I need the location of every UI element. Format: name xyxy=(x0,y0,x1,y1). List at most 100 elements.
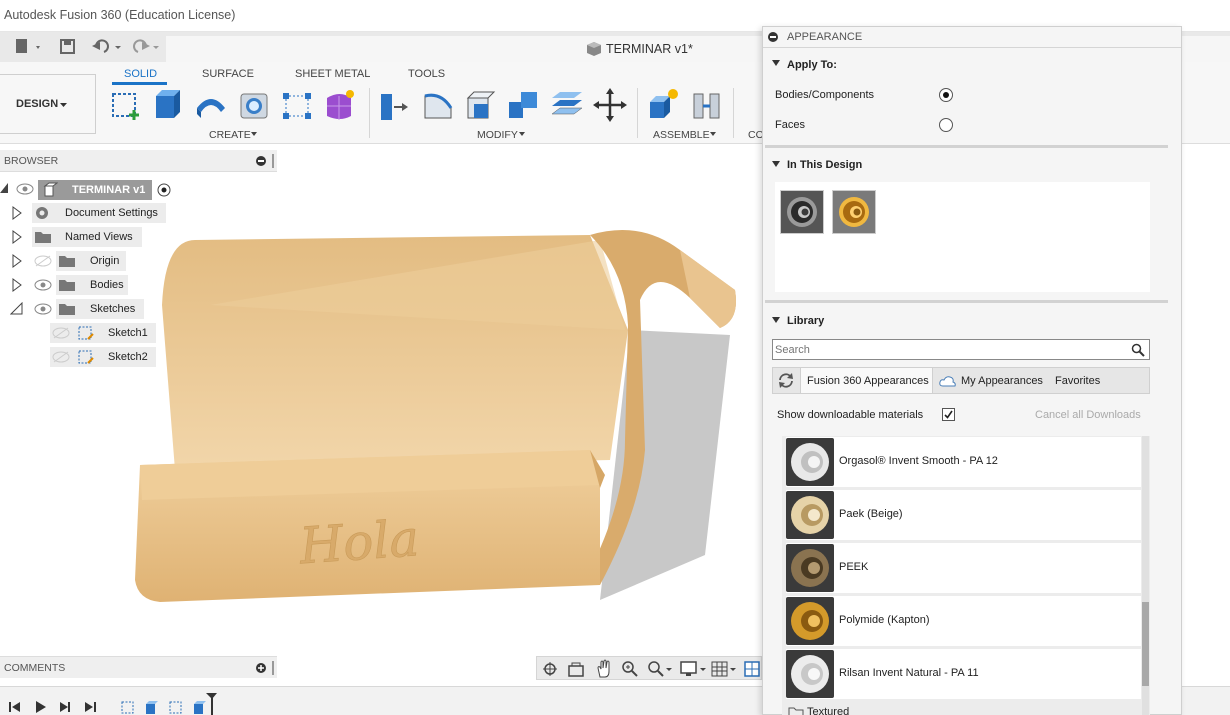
browser-header: BROWSER xyxy=(0,150,277,172)
faces-label: Faces xyxy=(775,119,805,131)
chevron-down-icon xyxy=(519,132,525,136)
pattern-icon[interactable] xyxy=(280,88,314,122)
go-to-start-icon[interactable] xyxy=(8,700,22,714)
eye-hidden-icon[interactable] xyxy=(52,351,70,363)
section-collapse-icon[interactable] xyxy=(772,60,781,67)
activate-radio-icon[interactable] xyxy=(156,182,172,198)
library-search-input[interactable] xyxy=(775,342,1115,357)
section-collapse-icon[interactable] xyxy=(772,161,781,168)
gold-swatch[interactable] xyxy=(832,190,876,234)
cancel-downloads-link[interactable]: Cancel all Downloads xyxy=(1035,409,1141,421)
orbit-icon[interactable] xyxy=(541,660,561,678)
collapse-icon[interactable] xyxy=(256,156,266,166)
checkmark-icon xyxy=(944,410,953,419)
timeline-sketch-feature-icon[interactable] xyxy=(168,699,184,715)
offset-plane-icon[interactable] xyxy=(550,88,584,122)
collapse-icon[interactable] xyxy=(768,32,778,42)
eye-icon[interactable] xyxy=(34,279,52,291)
add-comment-icon[interactable] xyxy=(256,663,266,673)
combine-icon[interactable] xyxy=(507,88,541,122)
material-name: PEEK xyxy=(839,561,869,573)
material-item[interactable]: Polymide (Kapton) xyxy=(786,596,1141,646)
expand-triangle-icon[interactable] xyxy=(12,230,22,244)
bodies-components-radio[interactable] xyxy=(939,88,953,102)
material-list-scrollbar[interactable] xyxy=(1142,436,1149,715)
chrome-swatch[interactable] xyxy=(780,190,824,234)
grid-icon[interactable] xyxy=(711,660,739,678)
scrollbar-thumb[interactable] xyxy=(1142,602,1149,686)
show-downloadable-label: Show downloadable materials xyxy=(777,409,924,421)
expand-triangle-icon[interactable] xyxy=(12,206,22,220)
eye-icon[interactable] xyxy=(16,183,34,195)
joint-icon[interactable] xyxy=(690,88,724,122)
library-label: Library xyxy=(787,315,825,327)
extrude-icon[interactable] xyxy=(152,88,186,122)
undo-icon[interactable] xyxy=(92,37,122,57)
folder-row-textured[interactable]: Textured xyxy=(786,702,1141,715)
sketch-icon xyxy=(78,326,94,340)
tab-favorites[interactable]: Favorites xyxy=(1049,368,1149,393)
step-back-icon[interactable] xyxy=(34,700,48,714)
material-item[interactable]: PEEK xyxy=(786,543,1141,593)
tab-my-appearances[interactable]: My Appearances xyxy=(934,368,1049,393)
timeline-marker-icon[interactable] xyxy=(206,693,218,715)
tab-surface[interactable]: SURFACE xyxy=(202,68,254,80)
expand-triangle-icon[interactable] xyxy=(12,254,22,268)
create-group-label[interactable]: CREATE xyxy=(209,129,251,141)
show-downloadable-checkbox[interactable] xyxy=(942,408,955,421)
tab-fusion-appearances[interactable]: Fusion 360 Appearances xyxy=(800,368,933,393)
file-menu-icon[interactable] xyxy=(14,37,40,57)
fit-icon[interactable] xyxy=(647,660,673,678)
fillet-icon[interactable] xyxy=(421,88,455,122)
look-at-icon[interactable] xyxy=(567,660,585,678)
modify-group-label[interactable]: MODIFY xyxy=(477,129,518,141)
gear-icon xyxy=(36,207,48,219)
refresh-button[interactable] xyxy=(773,368,799,393)
press-pull-icon[interactable] xyxy=(378,88,412,122)
search-icon[interactable] xyxy=(1131,343,1145,357)
revolve-icon[interactable] xyxy=(194,88,228,122)
expand-triangle-icon[interactable] xyxy=(12,278,22,292)
pin-handle[interactable] xyxy=(272,154,274,168)
window-title: Autodesk Fusion 360 (Education License) xyxy=(4,8,236,22)
go-to-end-icon[interactable] xyxy=(84,700,98,714)
model-body[interactable]: Hola xyxy=(120,210,750,610)
material-name: Orgasol® Invent Smooth - PA 12 xyxy=(839,455,998,467)
hole-icon[interactable] xyxy=(237,88,271,122)
create-sketch-icon[interactable] xyxy=(110,88,144,122)
new-component-icon[interactable] xyxy=(647,88,681,122)
material-item[interactable]: Orgasol® Invent Smooth - PA 12 xyxy=(786,437,1141,487)
redo-icon[interactable] xyxy=(132,37,162,57)
display-settings-icon[interactable] xyxy=(680,660,708,678)
save-icon[interactable] xyxy=(60,37,76,57)
eye-icon[interactable] xyxy=(34,303,52,315)
library-search-field[interactable] xyxy=(772,339,1150,360)
eye-hidden-icon[interactable] xyxy=(52,327,70,339)
pan-icon[interactable] xyxy=(595,659,613,679)
create-form-icon[interactable] xyxy=(323,88,357,122)
tab-tools[interactable]: TOOLS xyxy=(408,68,445,80)
tab-solid[interactable]: SOLID xyxy=(124,68,157,80)
zoom-icon[interactable] xyxy=(621,660,639,678)
material-item[interactable]: Paek (Beige) xyxy=(786,490,1141,540)
material-item[interactable]: Rilsan Invent Natural - PA 11 xyxy=(786,649,1141,699)
shell-icon[interactable] xyxy=(464,88,498,122)
workspace-switcher[interactable]: DESIGN xyxy=(0,74,96,134)
material-swatch-icon xyxy=(791,443,829,481)
pin-handle[interactable] xyxy=(272,661,274,675)
collapse-triangle-icon[interactable] xyxy=(10,302,24,316)
play-icon[interactable] xyxy=(58,700,72,714)
viewports-icon[interactable] xyxy=(743,660,761,678)
section-collapse-icon[interactable] xyxy=(772,317,781,324)
assemble-group-label[interactable]: ASSEMBLE xyxy=(653,129,710,141)
gold-material-icon xyxy=(839,197,869,227)
expand-triangle-icon[interactable] xyxy=(0,181,10,195)
timeline-extrude-feature-icon[interactable] xyxy=(144,699,160,715)
tab-sheet-metal[interactable]: SHEET METAL xyxy=(295,68,370,80)
material-swatch-icon xyxy=(791,549,829,587)
move-icon[interactable] xyxy=(593,88,627,122)
material-thumbnail xyxy=(786,597,834,645)
timeline-sketch-feature-icon[interactable] xyxy=(120,699,136,715)
faces-radio[interactable] xyxy=(939,118,953,132)
eye-hidden-icon[interactable] xyxy=(34,255,52,267)
